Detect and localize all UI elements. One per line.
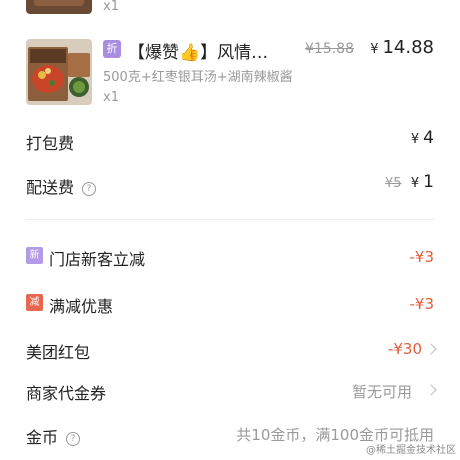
merchant-voucher-status[interactable]: 暂无可用: [352, 381, 412, 402]
packing-fee-value: ¥4: [411, 128, 434, 148]
currency-symbol: ¥: [410, 132, 420, 147]
chevron-right-icon[interactable]: [425, 384, 437, 396]
meituan-redpacket-label[interactable]: 美团红包: [26, 339, 90, 363]
chevron-right-icon[interactable]: [425, 343, 437, 355]
item-quantity: x1: [103, 90, 119, 105]
new-customer-amount: -¥3: [409, 248, 435, 266]
delivery-fee-original: ¥5: [384, 176, 402, 191]
item-quantity: x1: [103, 0, 119, 14]
item-price-value: 14.88: [382, 37, 434, 58]
item-original-price: ¥15.88: [305, 41, 354, 57]
meituan-redpacket-amount[interactable]: -¥30: [388, 340, 422, 358]
item-name[interactable]: 【爆赞👍】风情…: [128, 38, 268, 63]
full-reduction-badge: 减: [26, 294, 43, 311]
packing-fee-label: 打包费: [26, 134, 75, 153]
item-spec: 500克+红枣银耳汤+湖南辣椒酱: [103, 70, 293, 85]
currency-symbol: ¥: [370, 42, 379, 57]
packing-fee-amount: 4: [423, 128, 434, 148]
item-thumbnail[interactable]: [26, 0, 92, 14]
delivery-fee-amount: 1: [423, 172, 434, 192]
help-icon[interactable]: ?: [66, 432, 81, 446]
new-customer-label: 门店新客立减: [49, 250, 146, 269]
delivery-fee-value: ¥5 ¥1: [385, 172, 434, 192]
new-customer-badge: 新: [26, 247, 43, 264]
full-reduction-amount: -¥3: [409, 295, 435, 313]
full-reduction-label: 满减优惠: [49, 297, 114, 316]
merchant-voucher-label[interactable]: 商家代金券: [26, 380, 106, 404]
delivery-fee-row: 配送费?: [26, 174, 97, 198]
watermark: @稀土掘金技术社区: [366, 445, 456, 456]
coins-label: 金币: [26, 428, 59, 447]
discount-tag: 折: [103, 40, 121, 58]
help-icon[interactable]: ?: [82, 182, 97, 196]
currency-symbol: ¥: [410, 176, 420, 191]
delivery-fee-label: 配送费: [26, 178, 75, 197]
item-price: ¥14.88: [370, 37, 434, 58]
section-divider: [26, 219, 434, 220]
item-thumbnail[interactable]: [26, 39, 92, 105]
coins-row: 金币?: [26, 424, 81, 448]
